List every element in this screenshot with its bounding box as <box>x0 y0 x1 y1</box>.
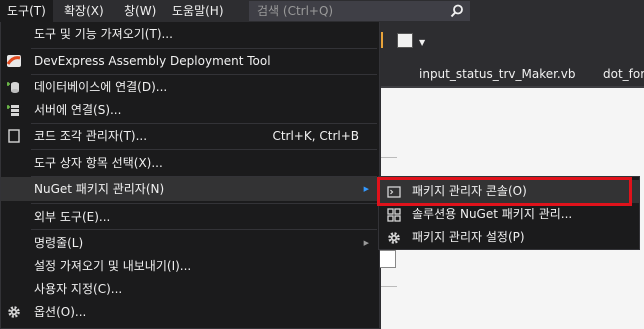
submenu-item-manage-packages[interactable]: 솔루션용 NuGet 패키지 관리... <box>379 203 639 226</box>
menu-item-label: 설정 가져오기 및 내보내기(I)... <box>34 259 192 273</box>
menu-item-label: 도구 상자 항목 선택(X)... <box>34 156 163 170</box>
submenu-item-package-settings[interactable]: 패키지 관리자 설정(P) <box>379 226 639 249</box>
toolbar-separator <box>381 32 383 48</box>
menu-item-label: 도구 및 기능 가져오기(T)... <box>34 27 173 41</box>
editor-control <box>380 250 396 268</box>
submenu-arrow-icon: ▶ <box>363 239 369 247</box>
menu-item-get-tools[interactable]: 도구 및 기능 가져오기(T)... <box>1 22 379 46</box>
menu-window[interactable]: 창(W) <box>117 0 163 22</box>
search-box[interactable] <box>249 1 470 21</box>
menu-item-connect-database[interactable]: 데이터베이스에 연결(D)... <box>1 75 379 99</box>
menu-separator <box>31 229 377 230</box>
gear-icon <box>8 306 20 318</box>
tab-dot-form[interactable]: dot_form <box>603 62 644 86</box>
menu-item-label: 데이터베이스에 연결(D)... <box>34 80 168 94</box>
package-icon <box>387 208 401 222</box>
search-input[interactable] <box>254 2 450 20</box>
menu-item-label: 외부 도구(E)... <box>34 210 111 224</box>
toolbar-dropdown-arrow-icon[interactable]: ▼ <box>419 38 425 47</box>
menu-item-choose-toolbox[interactable]: 도구 상자 항목 선택(X)... <box>1 151 379 175</box>
search-icon[interactable] <box>450 4 464 18</box>
menu-item-connect-server[interactable]: 서버에 연결(S)... <box>1 98 379 122</box>
menu-item-nuget[interactable]: NuGet 패키지 관리자(N) ▶ <box>1 177 379 201</box>
gear-icon <box>388 232 400 244</box>
menu-separator <box>31 203 377 204</box>
menu-item-external-tools[interactable]: 외부 도구(E)... <box>1 205 379 229</box>
editor-divider <box>381 286 397 287</box>
menu-tools[interactable]: 도구(T) <box>0 0 53 22</box>
submenu-item-label: 패키지 관리자 설정(P) <box>412 230 525 244</box>
menu-item-label: DevExpress Assembly Deployment Tool <box>34 54 271 68</box>
menu-item-customize[interactable]: 사용자 지정(C)... <box>1 277 379 301</box>
editor-divider <box>381 157 397 158</box>
menu-item-label: 옵션(O)... <box>34 305 87 319</box>
menu-bar: 도구(T) 확장(X) 창(W) 도움말(H) <box>0 0 644 22</box>
server-connect-icon <box>7 105 19 116</box>
document-tabs: input_status_trv_Maker.vb dot_form <box>381 62 644 86</box>
toolbar-window-icon[interactable] <box>397 33 413 48</box>
menu-extensions[interactable]: 확장(X) <box>57 0 111 22</box>
devexpress-icon <box>7 55 21 67</box>
submenu-arrow-icon: ▶ <box>363 185 369 193</box>
menu-item-devexpress[interactable]: DevExpress Assembly Deployment Tool <box>1 49 379 73</box>
menu-item-label: 사용자 지정(C)... <box>34 282 123 296</box>
menu-item-import-export-settings[interactable]: 설정 가져오기 및 내보내기(I)... <box>1 254 379 278</box>
submenu-item-label: 솔루션용 NuGet 패키지 관리... <box>412 207 573 221</box>
tab-input-status[interactable]: input_status_trv_Maker.vb <box>419 62 575 86</box>
menu-item-options[interactable]: 옵션(O)... <box>1 300 379 324</box>
menu-item-label: 코드 조각 관리자(T)... <box>34 129 148 143</box>
highlight-callout <box>377 177 632 206</box>
snippet-icon <box>8 129 20 143</box>
menu-separator <box>31 149 377 150</box>
menu-item-label: 명령줄(L) <box>34 236 84 250</box>
menu-item-label: NuGet 패키지 관리자(N) <box>34 182 165 196</box>
menu-help[interactable]: 도움말(H) <box>165 0 231 22</box>
database-connect-icon <box>7 82 19 93</box>
menu-item-code-snippets[interactable]: 코드 조각 관리자(T)... Ctrl+K, Ctrl+B <box>1 124 379 148</box>
menu-item-label: 서버에 연결(S)... <box>34 103 122 117</box>
tools-menu: 도구 및 기능 가져오기(T)... DevExpress Assembly D… <box>0 22 380 329</box>
menu-item-shortcut: Ctrl+K, Ctrl+B <box>272 129 359 143</box>
menu-item-command-line[interactable]: 명령줄(L) ▶ <box>1 231 379 255</box>
